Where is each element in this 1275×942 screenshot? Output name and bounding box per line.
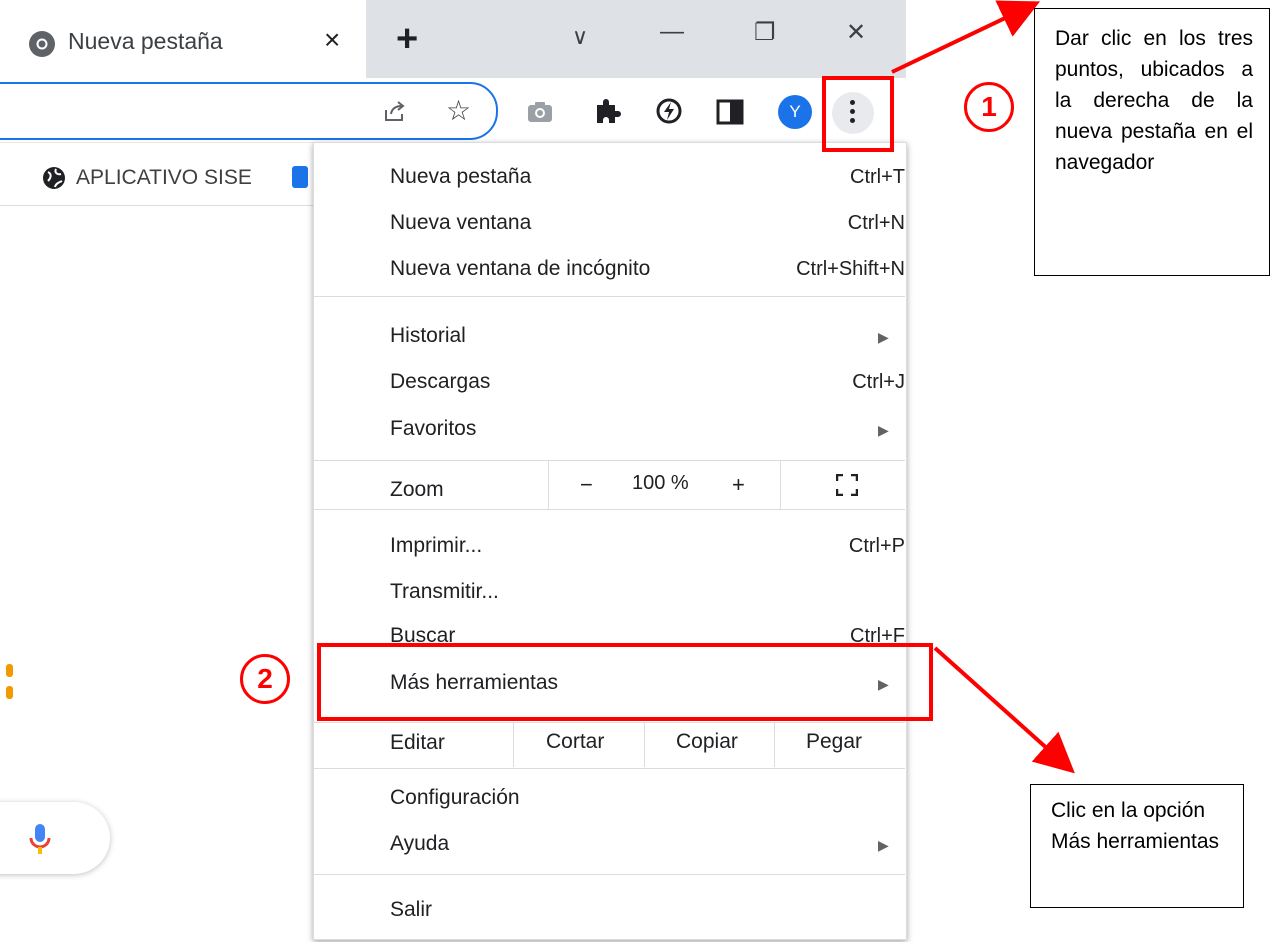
arrow-to-callout-2	[933, 646, 1075, 774]
arrow-to-callout-1	[891, 0, 1041, 74]
callout-step-2: Clic en la opción Más herramientas	[1030, 784, 1244, 908]
callout-step-1: Dar clic en los tres puntos, ubicados a …	[1034, 8, 1270, 276]
step-2-number: 2	[240, 654, 290, 704]
step-1-number: 1	[964, 82, 1014, 132]
